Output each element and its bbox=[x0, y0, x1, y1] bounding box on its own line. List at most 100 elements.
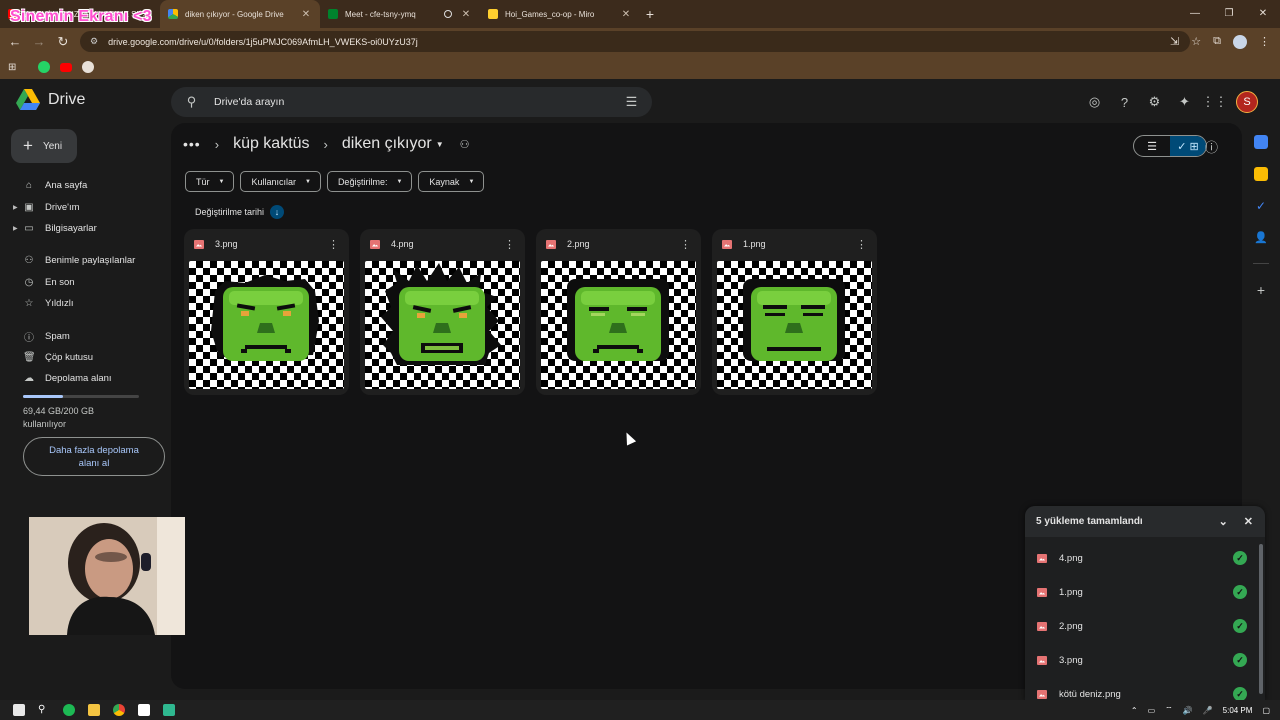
breadcrumb-more-icon[interactable]: ••• bbox=[183, 136, 201, 152]
file-card[interactable]: 3.png ⋮ bbox=[184, 229, 349, 395]
offline-ready-icon[interactable]: ◎ bbox=[1086, 94, 1103, 111]
profile-avatar[interactable] bbox=[1233, 34, 1247, 49]
tray-chevron-icon[interactable]: ⌃ bbox=[1131, 706, 1138, 715]
upload-list-item[interactable]: 2.png ✓ bbox=[1025, 609, 1265, 643]
file-thumbnail[interactable] bbox=[189, 261, 344, 389]
file-name[interactable]: 3.png bbox=[215, 239, 238, 249]
account-avatar[interactable]: S bbox=[1236, 91, 1258, 113]
search-options-icon[interactable]: ☰ bbox=[623, 94, 640, 111]
mic-icon[interactable]: 🎤 bbox=[1203, 706, 1213, 715]
breadcrumb-current[interactable]: diken çıkıyor ▼ bbox=[342, 135, 444, 153]
file-card[interactable]: 2.png ⋮ bbox=[536, 229, 701, 395]
sidebar-item-home[interactable]: ⌂ Ana sayfa bbox=[0, 175, 170, 196]
clock[interactable]: 5:04 PM bbox=[1223, 706, 1253, 715]
upload-list-item[interactable]: 4.png ✓ bbox=[1025, 541, 1265, 575]
browser-tab[interactable]: Meet - cfe-tsny-ymq ✕ bbox=[320, 0, 480, 28]
file-card[interactable]: 4.png ⋮ bbox=[360, 229, 525, 395]
search-bar[interactable]: ⚲ Drive'da arayın ☰ bbox=[171, 87, 652, 117]
more-actions-icon[interactable]: ⋮ bbox=[328, 238, 339, 251]
list-view-icon[interactable]: ☰ bbox=[1134, 136, 1170, 156]
keep-icon[interactable] bbox=[1254, 167, 1268, 181]
bookmark-star-icon[interactable]: ☆ bbox=[1191, 35, 1201, 48]
chatgpt-bookmark-icon[interactable] bbox=[82, 61, 95, 73]
extensions-icon[interactable]: ⧉ bbox=[1213, 35, 1221, 48]
sidebar-item-recent[interactable]: ◷ En son bbox=[0, 272, 170, 293]
grid-view-icon[interactable]: ✓ ⊞ bbox=[1170, 136, 1206, 156]
notifications-icon[interactable]: ▢ bbox=[1262, 706, 1270, 715]
close-window-icon[interactable]: ✕ bbox=[1246, 0, 1280, 28]
apps-grid-icon[interactable]: ⊞ bbox=[8, 62, 16, 73]
gemini-sparkle-icon[interactable]: ✦ bbox=[1176, 94, 1193, 111]
filter-chip[interactable]: Tür ▼ bbox=[185, 171, 235, 192]
windows-start-icon[interactable] bbox=[13, 704, 25, 716]
sidebar-item-trash[interactable]: 🗑 Çöp kutusu bbox=[0, 347, 170, 368]
close-tab-icon[interactable]: ✕ bbox=[300, 9, 312, 20]
search-icon[interactable]: ⚲ bbox=[183, 94, 200, 111]
site-info-icon[interactable]: ⚙ bbox=[90, 36, 98, 47]
expand-caret-icon[interactable]: ▶ bbox=[13, 225, 18, 232]
settings-gear-icon[interactable]: ⚙ bbox=[1146, 94, 1163, 111]
sidebar-item-spam[interactable]: ⓘ Spam bbox=[0, 325, 170, 346]
sidebar-item-shared[interactable]: ⚇ Benimle paylaşılanlar bbox=[0, 250, 170, 271]
file-explorer-taskbar-icon[interactable] bbox=[88, 704, 100, 716]
youtube-bookmark-icon[interactable] bbox=[60, 62, 73, 72]
sidebar-item-cloud[interactable]: ☁ Depolama alanı bbox=[0, 368, 170, 389]
upload-list-item[interactable]: kötü deniz.png ✓ bbox=[1025, 677, 1265, 700]
more-actions-icon[interactable]: ⋮ bbox=[504, 238, 515, 251]
tray-app-icon[interactable]: ▭ bbox=[1148, 706, 1156, 715]
back-icon[interactable]: ← bbox=[3, 34, 27, 49]
details-info-icon[interactable]: ⓘ bbox=[1203, 138, 1220, 155]
volume-icon[interactable]: 🔊 bbox=[1183, 706, 1193, 715]
whatsapp-bookmark-icon[interactable] bbox=[38, 61, 51, 73]
file-thumbnail[interactable] bbox=[541, 261, 696, 389]
close-tab-icon[interactable]: ✕ bbox=[620, 9, 632, 20]
file-card[interactable]: 1.png ⋮ bbox=[712, 229, 877, 395]
expand-caret-icon[interactable]: ▶ bbox=[13, 204, 18, 211]
file-name[interactable]: 4.png bbox=[391, 239, 414, 249]
upload-scrollbar[interactable] bbox=[1259, 544, 1263, 694]
sort-control[interactable]: Değiştirilme tarihi ↓ bbox=[195, 205, 285, 219]
calendar-icon[interactable] bbox=[1254, 135, 1268, 149]
app-taskbar-icon-2[interactable] bbox=[163, 704, 175, 716]
google-apps-icon[interactable]: ⋮⋮ bbox=[1202, 94, 1228, 111]
browser-tab[interactable]: Hoi_Games_co-op - Miro ✕ bbox=[480, 0, 640, 28]
upload-list-item[interactable]: 3.png ✓ bbox=[1025, 643, 1265, 677]
close-icon[interactable]: ✕ bbox=[1244, 515, 1253, 528]
app-taskbar-icon[interactable] bbox=[138, 704, 150, 716]
sort-direction-arrow-icon[interactable]: ↓ bbox=[270, 205, 285, 219]
more-actions-icon[interactable]: ⋮ bbox=[680, 238, 691, 251]
install-app-icon[interactable]: ⇲ bbox=[1170, 35, 1179, 48]
close-tab-icon[interactable]: ✕ bbox=[460, 9, 472, 20]
browser-menu-icon[interactable]: ⋮ bbox=[1259, 35, 1270, 48]
taskbar-search-icon[interactable]: ⚲ bbox=[38, 704, 50, 716]
reload-icon[interactable]: ↻ bbox=[51, 34, 75, 50]
file-thumbnail[interactable] bbox=[717, 261, 872, 389]
breadcrumb-parent[interactable]: küp kaktüs bbox=[233, 135, 309, 153]
address-bar[interactable]: ⚙ drive.google.com/drive/u/0/folders/1j5… bbox=[80, 31, 1190, 52]
filter-chip[interactable]: Kullanıcılar ▼ bbox=[240, 171, 321, 192]
drive-logo[interactable]: Drive bbox=[16, 89, 85, 110]
tasks-icon[interactable]: ✓ bbox=[1254, 199, 1268, 213]
restore-icon[interactable]: ❐ bbox=[1212, 0, 1246, 28]
spotify-taskbar-icon[interactable] bbox=[63, 704, 75, 716]
contacts-icon[interactable]: 👤 bbox=[1254, 231, 1268, 245]
new-button[interactable]: + Yeni bbox=[11, 129, 77, 163]
file-name[interactable]: 1.png bbox=[743, 239, 766, 249]
sidebar-item-star[interactable]: ☆ Yıldızlı bbox=[0, 293, 170, 314]
add-addon-icon[interactable]: + bbox=[1257, 282, 1265, 298]
file-thumbnail[interactable] bbox=[365, 261, 520, 389]
filter-chip[interactable]: Değiştirilme: ▼ bbox=[326, 171, 413, 192]
search-input[interactable]: Drive'da arayın bbox=[214, 96, 623, 108]
shared-folder-icon[interactable]: ⚇ bbox=[460, 138, 470, 151]
minimize-icon[interactable]: — bbox=[1178, 0, 1212, 28]
browser-tab-active[interactable]: diken çıkıyor - Google Drive ✕ bbox=[160, 0, 320, 28]
sidebar-item-computer[interactable]: ▶ ▭ Bilgisayarlar bbox=[0, 218, 170, 239]
get-more-storage-button[interactable]: Daha fazla depolama alanı al bbox=[23, 437, 165, 476]
collapse-chevron-icon[interactable]: ⌄ bbox=[1219, 515, 1228, 528]
chrome-taskbar-icon[interactable] bbox=[113, 704, 125, 716]
filter-chip[interactable]: Kaynak ▼ bbox=[418, 171, 485, 192]
forward-icon[interactable]: → bbox=[27, 34, 51, 49]
sidebar-item-my-drive[interactable]: ▶ ▣ Drive'ım bbox=[0, 196, 170, 217]
file-name[interactable]: 2.png bbox=[567, 239, 590, 249]
network-icon[interactable]: ⌔ bbox=[1165, 705, 1173, 715]
